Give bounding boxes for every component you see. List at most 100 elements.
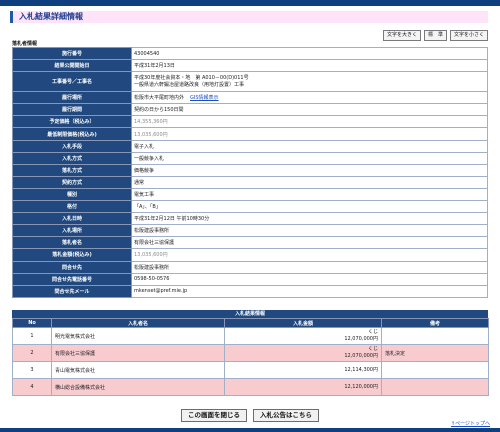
info-value-cell: 0598-50-0576: [131, 272, 488, 286]
col-header-bidder: 入札者名: [51, 318, 225, 328]
info-label: 問合せ先: [12, 260, 132, 274]
results-header-row: No 入札者名 入札金額 備考: [12, 318, 489, 328]
info-label: 入札方式: [12, 151, 132, 165]
info-value-cell: 平成31年2月13日: [131, 59, 488, 73]
result-row: 3 青山電気株式会社 12,114,300円: [12, 361, 489, 379]
footer-buttons: この画面を閉じる 入札公告はこちら: [0, 409, 500, 422]
info-value-cell: 一般競争入札: [131, 151, 488, 165]
info-label: 工事番号／工事名: [12, 71, 132, 93]
info-row: 落札方式 価格競争: [12, 163, 488, 177]
col-header-amount: 入札金額: [224, 318, 382, 328]
result-note: [381, 361, 489, 379]
info-label: 最低制限価格(税込み): [12, 127, 132, 141]
result-no: 3: [12, 361, 52, 379]
info-label: 種別: [12, 187, 132, 202]
result-bidder-name: 明光電気株式会社: [51, 327, 225, 345]
info-value: 有限会社三協保護: [134, 240, 175, 247]
info-row: 履行期間 契約の日から150日間: [12, 103, 488, 117]
info-value: 13,035,600円: [134, 252, 168, 259]
page-top-link[interactable]: ↑ページトップへ: [451, 420, 490, 427]
font-size-controls: 文字を大きく 標 準 文字を小さく: [382, 30, 488, 41]
info-value-cell: 松阪市大平尾町地内外 GIS情報表示: [131, 91, 488, 105]
info-row: 予定価格（税込み） 14,355,360円: [12, 115, 488, 129]
result-note: [381, 327, 489, 345]
result-amount-cell: 12,114,300円: [224, 361, 382, 379]
info-value: 電子入札: [134, 143, 155, 150]
close-window-button[interactable]: この画面を閉じる: [181, 409, 247, 422]
top-bar: [0, 0, 500, 6]
info-label: 落札金額(税込み): [12, 248, 132, 262]
info-row: 最低制限価格(税込み) 13,035,600円: [12, 127, 488, 141]
result-amount-cell: くじ 12,070,000円: [224, 344, 382, 362]
info-label: 落札方式: [12, 163, 132, 177]
info-label: 格付: [12, 200, 132, 214]
bid-notice-button[interactable]: 入札公告はこちら: [253, 409, 319, 422]
info-label: 履行場所: [12, 91, 132, 105]
font-smaller-button[interactable]: 文字を小さく: [449, 30, 488, 41]
info-value-cell: 契約の日から150日間: [131, 103, 488, 117]
info-value-cell: 松阪建設事務所: [131, 260, 488, 274]
info-row: 種別 電気工事: [12, 187, 488, 202]
info-value: 通常: [134, 179, 145, 186]
info-label: 契約方式: [12, 175, 132, 189]
info-row: 落札者名 有限会社三協保護: [12, 236, 488, 250]
result-row: 4 横山総合設備株式会社 12,120,000円: [12, 378, 489, 396]
result-no: 1: [12, 327, 52, 345]
font-larger-button[interactable]: 文字を大きく: [382, 30, 421, 41]
info-row: 工事番号／工事名 平成30年度社会資本・地 第 A010－00(D)011号 一般県…: [12, 71, 488, 93]
result-amount-cell: 12,120,000円: [224, 378, 382, 396]
info-label: 入札手段: [12, 139, 132, 153]
results-table: No 入札者名 入札金額 備考 1 明光電気株式会社 くじ 12,070,000円 2 有…: [12, 318, 489, 396]
info-value-cell: 松阪建設事務所: [131, 224, 488, 238]
result-row: 2 有限会社三協保護 くじ 12,070,000円 落札決定: [12, 344, 489, 362]
info-label: 結果公開開始日: [12, 59, 132, 73]
info-label: 問合せ先電話番号: [12, 272, 132, 286]
info-label: 入札日時: [12, 212, 132, 226]
info-value: 松阪市大平尾町地内外: [134, 95, 185, 102]
info-value: 43004540: [134, 50, 160, 57]
bid-amount: 12,120,000円: [344, 383, 378, 390]
result-bidder-name: 有限会社三協保護: [51, 344, 225, 362]
info-value: 一般競争入札: [134, 155, 165, 162]
result-no: 4: [12, 378, 52, 396]
info-row: 契約方式 通常: [12, 175, 488, 189]
info-label: 落札者名: [12, 236, 132, 250]
result-no: 2: [12, 344, 52, 362]
info-row: 入札場所 松阪建設事務所: [12, 224, 488, 238]
info-value-cell: 14,355,360円: [131, 115, 488, 129]
lottery-mark: くじ: [367, 329, 378, 335]
info-value: 電気工事: [134, 191, 155, 198]
info-value-cell: 43004540: [131, 46, 488, 61]
info-value-cell: 13,035,600円: [131, 127, 488, 141]
info-value: 松阪建設事務所: [134, 264, 170, 271]
info-value-line: 一般県道六軒鍛冶屋道路改良（用地灯設置）工事: [134, 81, 245, 88]
info-value: 松阪建設事務所: [134, 228, 170, 235]
info-value: 14,355,360円: [134, 119, 168, 126]
result-bidder-name: 青山電気株式会社: [51, 361, 225, 379]
result-note: 落札決定: [381, 344, 489, 362]
info-value-cell: 有限会社三協保護: [131, 236, 488, 250]
info-row: 問合せ先 松阪建設事務所: [12, 260, 488, 274]
info-row: 問合せ先電話番号 0598-50-0576: [12, 272, 488, 286]
col-header-no: No: [12, 318, 52, 328]
info-value: 「A」、「B」: [134, 204, 161, 211]
page-title: 入札結果詳細情報: [19, 12, 83, 21]
bid-amount: 12,070,000円: [344, 336, 378, 342]
result-note: [381, 378, 489, 396]
info-value-cell: 電気工事: [131, 187, 488, 202]
info-value-cell: 平成30年度社会資本・地 第 A010－00(D)011号 一般県道六軒鍛冶屋道路…: [131, 71, 488, 93]
font-standard-button[interactable]: 標 準: [423, 30, 447, 41]
info-table: 施行番号 43004540 結果公開開始日 平成31年2月13日 工事番号／工事名 平成3…: [12, 46, 488, 298]
bottom-bar: [0, 428, 500, 432]
info-value-cell: 通常: [131, 175, 488, 189]
bid-amount: 12,114,300円: [344, 366, 378, 373]
info-value: 13,035,600円: [134, 131, 168, 138]
gis-info-link[interactable]: GIS情報表示: [190, 95, 219, 101]
info-value: 0598-50-0576: [134, 276, 170, 283]
info-value-cell: 平成31年2月12日 午前10時30分: [131, 212, 488, 226]
info-value: 契約の日から150日間: [134, 107, 184, 114]
results-caption: 入札結果情報: [12, 310, 488, 318]
info-value-cell: 「A」、「B」: [131, 200, 488, 214]
info-row: 結果公開開始日 平成31年2月13日: [12, 59, 488, 73]
info-value-line: 平成30年度社会資本・地 第 A010－00(D)011号: [134, 74, 249, 81]
